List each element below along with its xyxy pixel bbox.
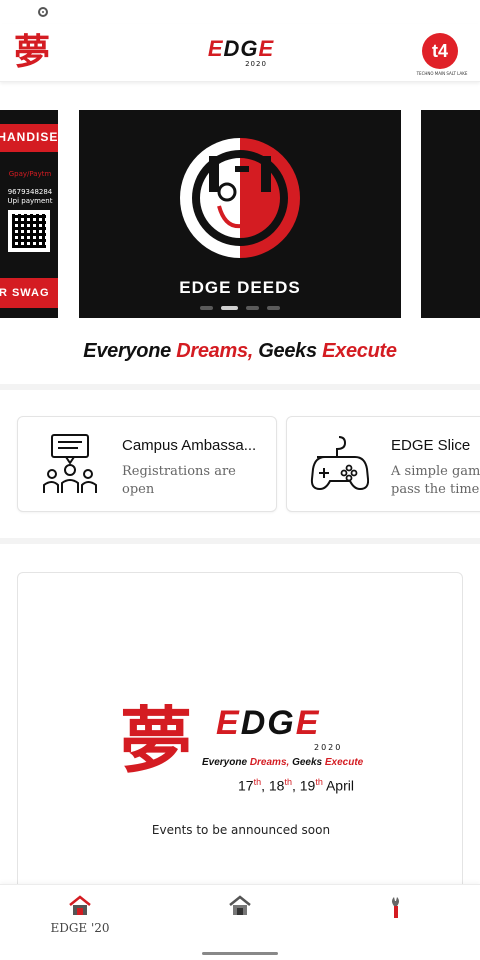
- events-card[interactable]: 夢 EDGE 2020 Everyone Dreams, Geeks Execu…: [17, 572, 463, 902]
- edge-emblem-letters: DG: [240, 704, 296, 742]
- tagline-part: Geeks: [258, 340, 323, 362]
- dream-kanji-logo: 夢: [14, 31, 51, 73]
- carousel-dot[interactable]: [246, 306, 259, 310]
- date-day: 17: [238, 777, 254, 794]
- tagline-part: Everyone: [83, 340, 177, 362]
- date-day: 19: [299, 777, 316, 794]
- emblem-tagline-part: Geeks: [292, 757, 325, 768]
- section-divider: [0, 538, 480, 544]
- card-description: Registrations are open: [122, 464, 236, 497]
- carousel-dot[interactable]: [267, 306, 280, 310]
- card-title: EDGE Slice: [391, 437, 471, 454]
- date-suffix: th: [315, 777, 323, 787]
- date-suffix: th: [284, 777, 292, 787]
- tagline: Everyone Dreams, Geeks Execute: [0, 340, 480, 363]
- carousel-dot-active[interactable]: [221, 306, 238, 310]
- edge-logo-letters: DG: [223, 36, 259, 61]
- banner-carousel[interactable]: RCHANDISE Gpay/Paytm 9679348284 Upi paym…: [0, 108, 480, 320]
- campus-ambassador-card[interactable]: Campus Ambassa... Registrations are open: [17, 416, 277, 512]
- app-bar: 夢 EDGE 2020 t4 TECHNO MAIN SALT LAKE: [0, 24, 480, 82]
- edge-logo-letter: E: [258, 36, 275, 61]
- date-day: 18: [268, 777, 285, 794]
- carousel-dot[interactable]: [200, 306, 213, 310]
- edge-slice-card[interactable]: EDGE Slice A simple game pass the time: [286, 416, 480, 512]
- bottom-navigation: EDGE '20: [0, 884, 480, 960]
- date-month: April: [325, 777, 354, 794]
- nav-label: EDGE '20: [50, 921, 110, 935]
- techno-caption: TECHNO MAIN SALT LAKE: [416, 71, 468, 76]
- edge-logo-letter: E: [207, 36, 224, 61]
- tagline-part: Dreams,: [176, 340, 259, 362]
- edge-emblem-year: 2020: [314, 743, 343, 752]
- card-title: Campus Ambassa...: [122, 437, 257, 454]
- house-icon: [229, 895, 251, 915]
- qr-code: [8, 210, 50, 252]
- payment-methods: Gpay/Paytm: [8, 170, 52, 178]
- edge-logo-year: 2020: [245, 60, 267, 68]
- carousel-slide-edge-deeds[interactable]: EDGE DEEDS: [79, 110, 401, 318]
- emblem-tagline-part: Execute: [324, 757, 364, 768]
- slide-footer-text: UR SWAG: [0, 287, 50, 299]
- emblem-tagline: Everyone Dreams, Geeks Execute: [202, 757, 363, 768]
- emblem-tagline-part: Everyone: [202, 757, 250, 768]
- tagline-part: Execute: [322, 340, 397, 362]
- upi-label: Upi payment: [7, 197, 53, 205]
- section-divider: [0, 384, 480, 390]
- carousel-slide-next[interactable]: [421, 110, 480, 318]
- carousel-slide-merchandise[interactable]: RCHANDISE Gpay/Paytm 9679348284 Upi paym…: [0, 110, 58, 318]
- edge-emblem-letter: E: [216, 704, 241, 742]
- emblem-tagline-part: Dreams,: [249, 757, 293, 768]
- edge-home-icon: [69, 895, 91, 915]
- notification-icon: [38, 7, 48, 17]
- status-bar: [0, 0, 480, 24]
- nav-tools[interactable]: [320, 885, 480, 945]
- edge-emblem-letter: E: [295, 704, 321, 742]
- event-dates: 17th, 18th, 19th April: [238, 777, 354, 794]
- techno-logo[interactable]: t4: [422, 33, 458, 69]
- date-suffix: th: [253, 777, 262, 787]
- meeting-icon: [43, 434, 97, 493]
- gamepad-icon: [310, 436, 369, 491]
- dream-kanji-emblem: 夢: [120, 698, 193, 783]
- edge-emblem: EDGE: [216, 705, 320, 741]
- nav-edge-20[interactable]: EDGE '20: [0, 885, 160, 945]
- carousel-indicators: [79, 306, 401, 310]
- slide-header-text: RCHANDISE: [0, 130, 58, 144]
- nav-home[interactable]: [160, 885, 320, 945]
- card-description: A simple game pass the time: [391, 464, 480, 497]
- payment-phone: 9679348284: [7, 188, 53, 196]
- slide-title: EDGE DEEDS: [179, 278, 301, 297]
- wrench-icon: [392, 897, 399, 918]
- events-announcement: Events to be announced soon: [151, 823, 331, 837]
- gesture-handle[interactable]: [202, 952, 278, 955]
- edge-logo: EDGE 2020: [196, 36, 286, 69]
